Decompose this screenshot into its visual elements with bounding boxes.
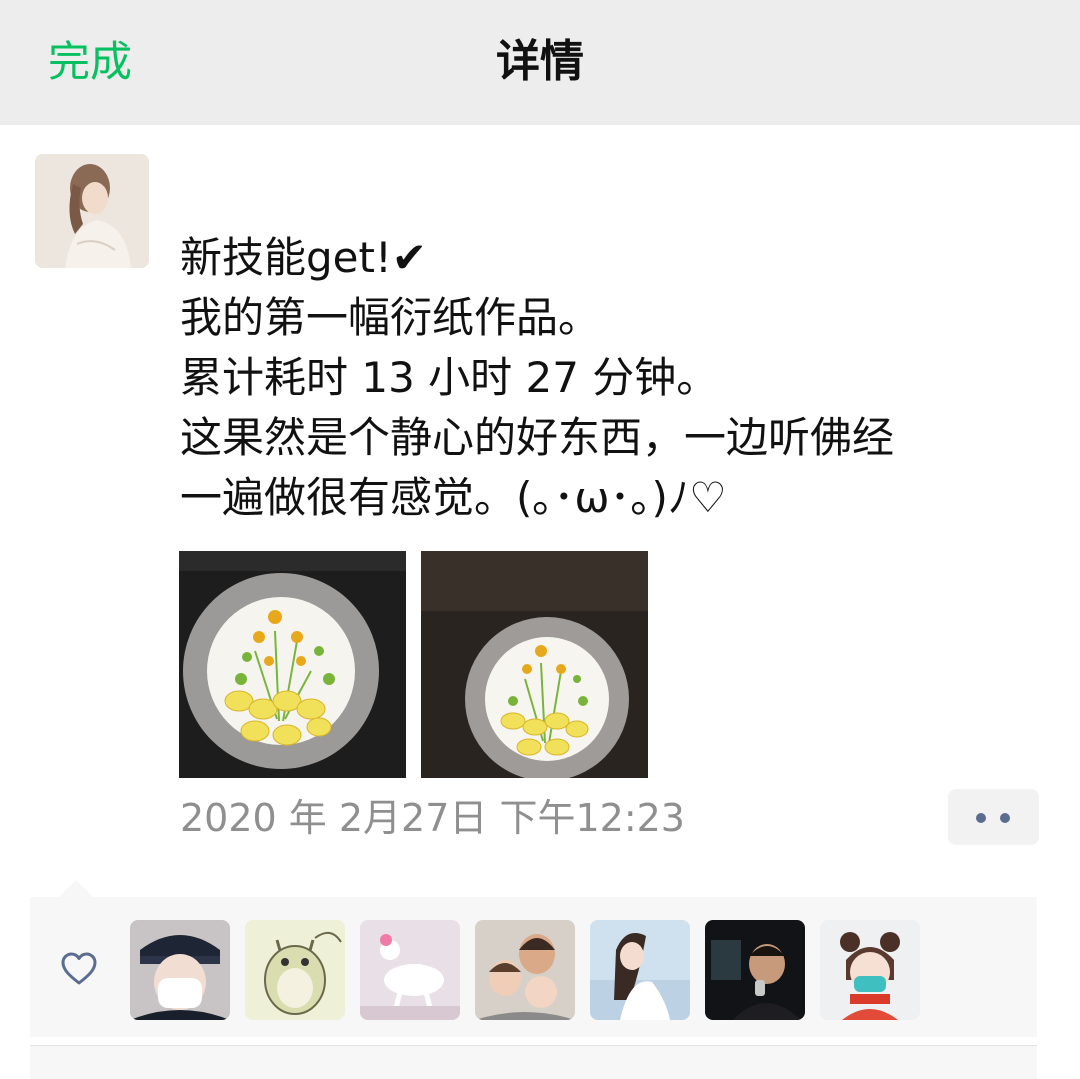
post-text-line: 一遍做很有感觉。(｡･ω･｡)ﾉ♡ [180, 473, 727, 522]
more-dots-icon [976, 813, 986, 823]
post-text-line: 我的第一幅衍纸作品。 [180, 293, 601, 342]
liker-avatar[interactable] [360, 920, 460, 1020]
post-text-line: 这果然是个静心的好东西，一边听佛经 [180, 413, 895, 462]
post-text-line: 累计耗时 13 小时 27 分钟。 [180, 353, 719, 402]
liker-avatar[interactable] [590, 920, 690, 1020]
nav-bar: 详情 完成 [0, 0, 1080, 125]
post-text-line: 新技能get!✔ [180, 233, 427, 282]
post-photo-1[interactable] [179, 551, 406, 778]
comments-area [30, 1045, 1037, 1079]
heart-outline-icon [60, 950, 98, 988]
done-button[interactable]: 完成 [48, 32, 132, 92]
liker-avatar[interactable] [475, 920, 575, 1020]
post-photo-2[interactable] [421, 551, 648, 778]
page-title: 详情 [496, 36, 584, 87]
liker-avatar[interactable] [130, 920, 230, 1020]
likes-panel-pointer [58, 880, 94, 898]
liker-avatar[interactable] [245, 920, 345, 1020]
liker-avatar[interactable] [820, 920, 920, 1020]
post-text: 新技能get!✔ 我的第一幅衍纸作品。 累计耗时 13 小时 27 分钟。 这果… [180, 228, 1060, 528]
more-dots-icon [1000, 813, 1010, 823]
more-actions-button[interactable] [948, 789, 1039, 845]
post-timestamp: 2020 年 2月27日 下午12:23 [180, 796, 685, 840]
liker-avatar[interactable] [705, 920, 805, 1020]
author-avatar[interactable] [35, 154, 149, 268]
